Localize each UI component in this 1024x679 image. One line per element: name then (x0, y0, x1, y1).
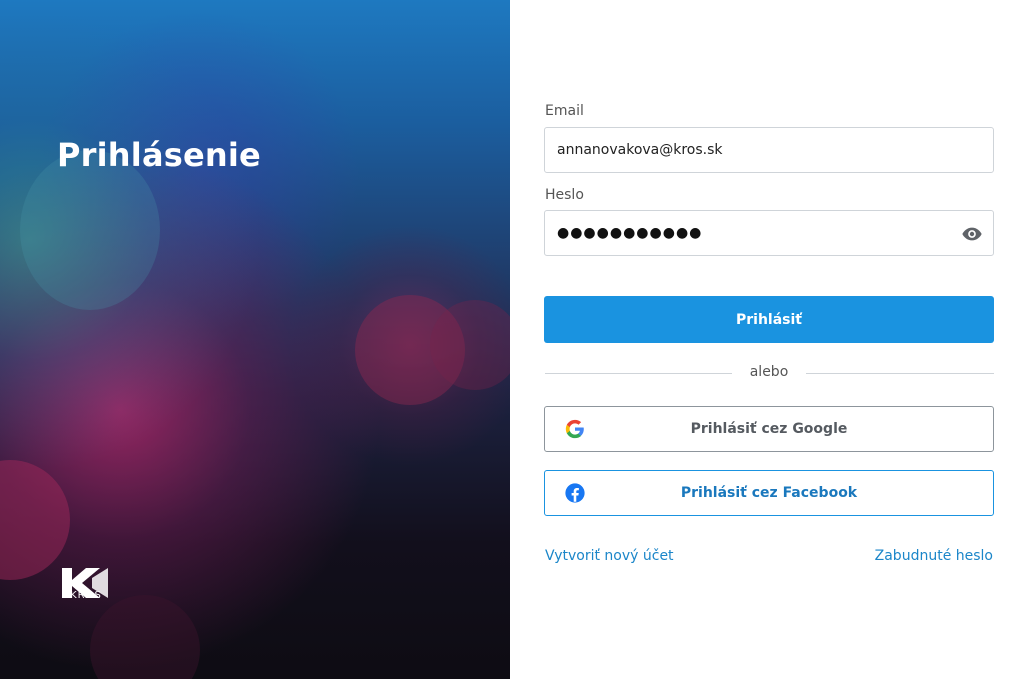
hero-bokeh (430, 300, 510, 390)
login-button[interactable]: Prihlásiť (544, 296, 994, 343)
email-field[interactable]: annanovakova@kros.sk (544, 127, 994, 173)
hero-panel: Prihlásenie KROS (0, 0, 510, 679)
password-label: Heslo (545, 187, 584, 203)
password-value: ●●●●●●●●●●● (557, 225, 703, 241)
google-icon (565, 419, 584, 439)
hero-bokeh (90, 595, 200, 679)
logo-text: KROS (70, 590, 102, 601)
eye-icon[interactable] (961, 223, 983, 245)
page-title: Prihlásenie (57, 136, 261, 174)
hero-bokeh (0, 460, 70, 580)
email-value: annanovakova@kros.sk (557, 142, 723, 158)
email-label: Email (545, 103, 584, 119)
google-login-label: Prihlásiť cez Google (690, 421, 848, 437)
create-account-link[interactable]: Vytvoriť nový účet (545, 548, 674, 564)
facebook-icon (565, 483, 585, 503)
facebook-login-label: Prihlásiť cez Facebook (680, 485, 858, 501)
divider-line-left (545, 373, 732, 374)
forgot-password-link[interactable]: Zabudnuté heslo (875, 548, 993, 564)
divider-line-right (806, 373, 994, 374)
google-login-button[interactable]: Prihlásiť cez Google (544, 406, 994, 452)
divider-text: alebo (749, 364, 789, 380)
password-field[interactable]: ●●●●●●●●●●● (544, 210, 994, 256)
hero-bokeh (20, 150, 160, 310)
facebook-login-button[interactable]: Prihlásiť cez Facebook (544, 470, 994, 516)
